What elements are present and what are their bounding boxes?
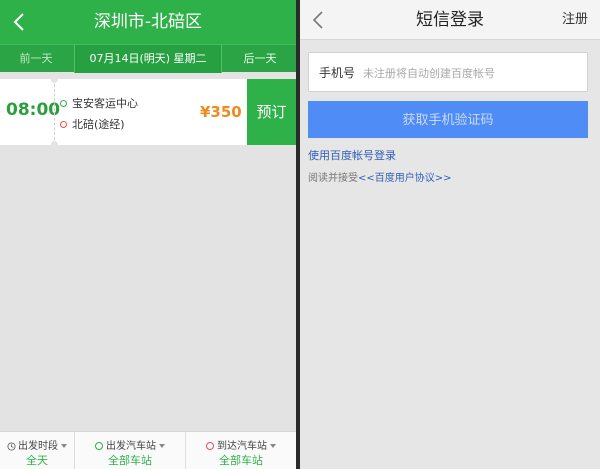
bus-search-pane: 深圳市-北碚区 前一天 07月14日(明天) 星期二 后一天 08:00 宝安客… — [0, 0, 296, 469]
ticket-notch — [51, 141, 58, 148]
filter-arrival-station[interactable]: 到达汽车站 全部车站 — [185, 432, 296, 469]
filter-departure-time[interactable]: 出发时段 全天 — [0, 432, 74, 469]
clock-icon — [7, 441, 16, 451]
origin-station: 宝安客运中心 — [72, 97, 138, 110]
route-divider — [54, 79, 55, 145]
agreement-notice: 阅读并接受<<百度用户协议>> — [308, 169, 452, 184]
current-date[interactable]: 07月14日(明天) 星期二 — [74, 45, 222, 73]
dropdown-caret-icon — [61, 444, 67, 448]
dropdown-caret-icon — [159, 444, 165, 448]
filter-value: 全部车站 — [219, 454, 263, 467]
filter-label: 出发汽车站 — [106, 441, 156, 452]
filter-value: 全天 — [26, 454, 48, 467]
register-link[interactable]: 注册 — [562, 0, 588, 40]
filter-bar: 出发时段 全天 出发汽车站 全部车站 到达汽车站 全部车站 — [0, 431, 296, 469]
dropdown-caret-icon — [270, 444, 276, 448]
next-day-button[interactable]: 后一天 — [224, 45, 296, 73]
page-title: 短信登录 — [416, 10, 484, 30]
destination-circle-icon — [60, 121, 67, 128]
sms-login-pane: 短信登录 注册 手机号 获取手机验证码 使用百度帐号登录 阅读并接受<<百度用户… — [300, 0, 600, 469]
agreement-prefix: 阅读并接受 — [308, 173, 358, 184]
date-navigation: 前一天 07月14日(明天) 星期二 后一天 — [0, 44, 296, 73]
origin-circle-icon — [95, 442, 103, 450]
phone-input[interactable] — [363, 62, 583, 84]
trip-list-item[interactable]: 08:00 宝安客运中心 北碚(途经) ¥350 预订 — [0, 76, 296, 148]
ticket-price: ¥350 — [200, 103, 242, 121]
page-title: 深圳市-北碚区 — [93, 12, 203, 32]
origin-circle-icon — [60, 100, 67, 107]
back-arrow-icon[interactable] — [8, 10, 32, 34]
baidu-account-login-link[interactable]: 使用百度帐号登录 — [308, 147, 396, 163]
phone-field[interactable]: 手机号 — [308, 52, 588, 92]
filter-value: 全部车站 — [108, 454, 152, 467]
get-verification-code-button[interactable]: 获取手机验证码 — [308, 101, 588, 138]
phone-label: 手机号 — [319, 66, 356, 80]
user-agreement-link[interactable]: <<百度用户协议>> — [358, 173, 452, 184]
back-arrow-icon[interactable] — [308, 9, 330, 31]
filter-departure-station[interactable]: 出发汽车站 全部车站 — [74, 432, 185, 469]
header-bar: 深圳市-北碚区 — [0, 0, 296, 44]
prev-day-button[interactable]: 前一天 — [0, 45, 72, 73]
departure-time: 08:00 — [6, 100, 61, 120]
filter-label: 到达汽车站 — [217, 441, 267, 452]
destination-station: 北碚(途经) — [72, 118, 125, 131]
destination-circle-icon — [206, 442, 214, 450]
book-button[interactable]: 预订 — [247, 79, 296, 145]
filter-label: 出发时段 — [18, 441, 58, 452]
header-bar: 短信登录 注册 — [300, 0, 600, 40]
ticket-notch — [51, 76, 58, 83]
